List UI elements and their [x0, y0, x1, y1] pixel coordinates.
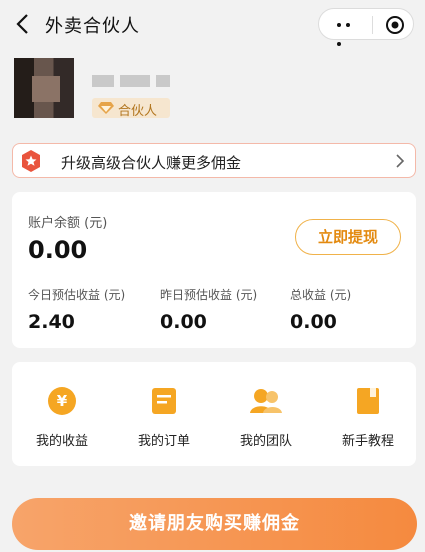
tutorial-book-icon: [357, 388, 379, 414]
today-earnings: 今日预估收益 (元) 2.40: [28, 286, 125, 333]
menu-label: 我的收益: [35, 434, 88, 449]
order-list-icon: [152, 388, 176, 414]
menu-label: 我的团队: [239, 434, 292, 449]
menu-tutorial[interactable]: 新手教程: [323, 386, 413, 449]
balance-label: 账户余额 (元): [28, 216, 108, 231]
stat-value: 2.40: [28, 311, 75, 333]
menu-my-earnings[interactable]: ¥ 我的收益: [17, 386, 107, 449]
withdraw-button[interactable]: 立即提现: [295, 219, 401, 255]
menu-label: 我的订单: [137, 434, 190, 449]
yesterday-earnings: 昨日预估收益 (元) 0.00: [160, 286, 257, 333]
username-blurred: [92, 70, 202, 87]
stat-label: 今日预估收益 (元): [28, 288, 126, 302]
svg-text:¥: ¥: [57, 392, 68, 410]
page-title: 外卖合伙人: [45, 16, 140, 37]
diamond-icon: [98, 102, 114, 114]
more-options-icon[interactable]: [337, 23, 361, 46]
back-arrow-icon[interactable]: [12, 10, 36, 38]
stat-label: 总收益 (元): [290, 288, 352, 302]
menu-label: 新手教程: [341, 434, 394, 449]
mini-program-capsule: [318, 8, 414, 46]
invite-friends-button[interactable]: 邀请朋友购买赚佣金: [12, 498, 417, 550]
chevron-right-icon: [396, 154, 405, 168]
stat-value: 0.00: [160, 311, 207, 333]
navigation-bar: 外卖合伙人: [0, 0, 425, 50]
user-profile: 合伙人: [0, 50, 425, 140]
close-miniprogram-icon[interactable]: [385, 15, 405, 35]
balance-value: 0.00: [28, 236, 88, 264]
stat-label: 昨日预估收益 (元): [160, 288, 258, 302]
badge-label: 合伙人: [118, 104, 158, 119]
capsule-divider: [372, 16, 373, 34]
star-badge-icon: [22, 150, 40, 172]
stat-value: 0.00: [290, 311, 337, 333]
upgrade-banner[interactable]: 升级高级合伙人赚更多佣金: [12, 143, 416, 178]
upgrade-text: 升级高级合伙人赚更多佣金: [61, 154, 242, 172]
partner-badge: 合伙人: [92, 98, 170, 119]
total-earnings: 总收益 (元) 0.00: [290, 286, 351, 333]
avatar[interactable]: [14, 58, 74, 118]
earnings-card: 账户余额 (元) 0.00 立即提现 今日预估收益 (元) 2.40 昨日预估收…: [12, 192, 416, 348]
yen-coin-icon: ¥: [48, 387, 76, 415]
team-icon: [250, 389, 282, 413]
function-grid: ¥ 我的收益 我的订单 我的团队 新手教程: [12, 362, 416, 466]
menu-my-orders[interactable]: 我的订单: [119, 386, 209, 449]
menu-my-team[interactable]: 我的团队: [221, 386, 311, 449]
